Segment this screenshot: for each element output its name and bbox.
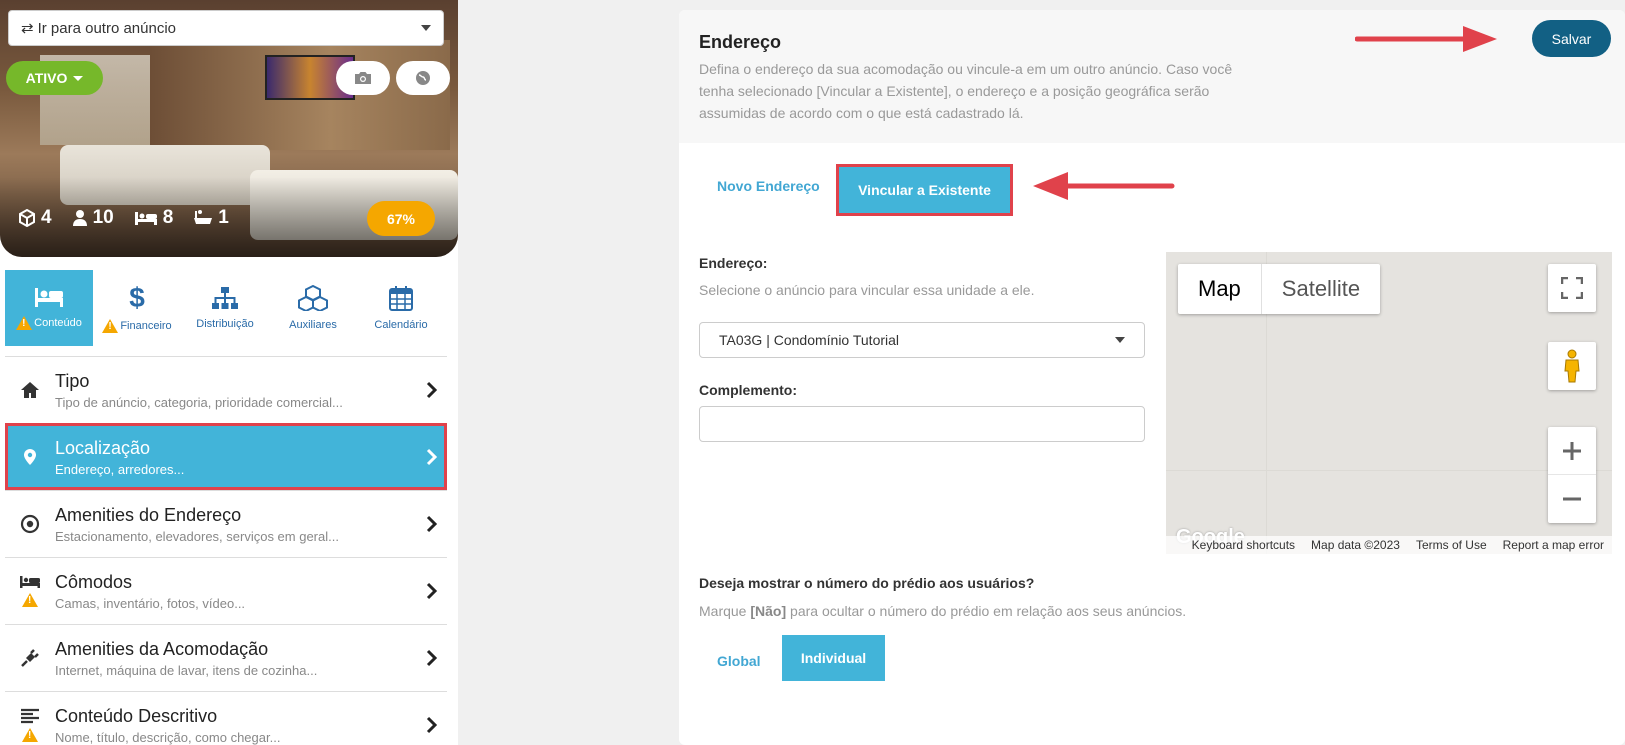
plus-icon [1563, 441, 1581, 460]
warning-icon [102, 319, 119, 333]
section-menu: Tipo Tipo de anúncio, categoria, priorid… [5, 356, 447, 745]
stat-baths: 1 [193, 207, 229, 229]
tab-financeiro[interactable]: $ Financeiro [93, 270, 181, 346]
chevron-right-icon [426, 582, 438, 600]
plug-icon [21, 649, 39, 667]
map-data-label: Map data ©2023 [1311, 538, 1400, 552]
menu-item-localizacao[interactable]: Localização Endereço, arredores... [5, 423, 447, 490]
user-icon [72, 210, 87, 226]
map[interactable]: Map Satellite Google Keyboard shortcuts … [1166, 252, 1612, 554]
cubes-icon [298, 285, 328, 311]
building-number-help: Marque [Não] para ocultar o número do pr… [699, 603, 1187, 619]
address-select[interactable]: TA03G | Condomínio Tutorial [699, 322, 1145, 358]
bed-icon [134, 212, 157, 225]
keyboard-shortcuts-link[interactable]: Keyboard shortcuts [1192, 538, 1295, 552]
bed-icon [35, 288, 63, 307]
zoom-control [1548, 427, 1596, 523]
tab-distribuicao[interactable]: Distribuição [181, 270, 269, 346]
complement-input[interactable] [699, 406, 1145, 442]
completion-badge: 67% [367, 201, 435, 236]
caret-down-icon [421, 25, 431, 31]
bed-icon [20, 576, 40, 588]
tab-vincular-existente[interactable]: Vincular a Existente [836, 164, 1013, 216]
map-type-control: Map Satellite [1178, 264, 1381, 314]
globe-button[interactable] [396, 61, 450, 95]
listing-switcher-label: Ir para outro anúncio [37, 19, 176, 37]
chevron-right-icon [426, 381, 438, 399]
calendar-icon [389, 286, 413, 311]
listing-switcher[interactable]: ⇄ Ir para outro anúncio [8, 10, 444, 46]
annotation-arrow [1033, 172, 1175, 200]
listing-stats: 4 10 8 1 [18, 207, 229, 229]
map-pin-icon [24, 449, 36, 465]
status-dropdown[interactable]: ATIVO [6, 61, 103, 95]
sitemap-icon [212, 287, 238, 309]
address-select-value: TA03G | Condomínio Tutorial [719, 332, 900, 348]
camera-icon [355, 72, 371, 84]
caret-down-icon [73, 75, 84, 81]
menu-item-conteudo-descritivo[interactable]: Conteúdo Descritivo Nome, título, descri… [5, 691, 447, 745]
chevron-right-icon [426, 716, 438, 734]
map-type-satellite-button[interactable]: Satellite [1262, 264, 1380, 314]
terms-link[interactable]: Terms of Use [1416, 538, 1487, 552]
map-type-map-button[interactable]: Map [1178, 264, 1262, 314]
svg-text:$: $ [129, 283, 145, 311]
address-panel: Endereço Defina o endereço da sua acomod… [679, 10, 1625, 745]
zoom-out-button[interactable] [1548, 475, 1596, 523]
target-icon [20, 514, 40, 534]
caret-down-icon [1115, 337, 1125, 343]
page-title: Endereço [699, 32, 782, 52]
photo-button[interactable] [336, 61, 390, 95]
stat-guests: 10 [72, 207, 114, 229]
tab-global[interactable]: Global [717, 653, 761, 669]
cube-icon [19, 209, 35, 227]
map-footer: Keyboard shortcuts Map data ©2023 Terms … [1166, 536, 1612, 554]
left-panel: ⇄ Ir para outro anúncio ATIVO 4 10 8 1 6… [0, 0, 458, 745]
pegman-icon [1564, 349, 1580, 383]
tab-novo-endereco[interactable]: Novo Endereço [717, 178, 820, 194]
tab-auxiliares[interactable]: Auxiliares [269, 270, 357, 346]
status-label: ATIVO [25, 70, 68, 86]
complement-label: Complemento: [699, 382, 797, 398]
stat-units: 4 [18, 207, 52, 229]
report-error-link[interactable]: Report a map error [1503, 538, 1604, 552]
chevron-right-icon [426, 649, 438, 667]
warning-icon [16, 316, 33, 330]
minus-icon [1563, 497, 1581, 501]
page-description: Defina o endereço da sua acomodação ou v… [699, 61, 1233, 121]
globe-icon [416, 71, 430, 85]
bath-icon [194, 210, 213, 224]
address-label: Endereço: [699, 255, 768, 271]
home-icon [21, 382, 39, 398]
annotation-arrow [1355, 26, 1497, 52]
chevron-right-icon [426, 515, 438, 533]
street-view-button[interactable] [1548, 342, 1596, 390]
dollar-icon: $ [129, 283, 145, 311]
tab-individual[interactable]: Individual [782, 635, 885, 681]
fullscreen-icon [1561, 277, 1583, 299]
menu-item-amenities-endereco[interactable]: Amenities do Endereço Estacionamento, el… [5, 490, 447, 557]
menu-item-tipo[interactable]: Tipo Tipo de anúncio, categoria, priorid… [5, 356, 447, 423]
address-help: Selecione o anúncio para vincular essa u… [699, 282, 1035, 298]
menu-item-comodos[interactable]: Cômodos Camas, inventário, fotos, vídeo.… [5, 557, 447, 624]
menu-item-amenities-acomodacao[interactable]: Amenities da Acomodação Internet, máquin… [5, 624, 447, 691]
zoom-in-button[interactable] [1548, 427, 1596, 475]
save-button[interactable]: Salvar [1532, 20, 1611, 57]
warning-icon [22, 728, 38, 742]
tab-conteudo[interactable]: Conteúdo [5, 270, 93, 346]
tab-calendario[interactable]: Calendário [357, 270, 445, 346]
swap-icon: ⇄ [21, 20, 34, 37]
building-number-question: Deseja mostrar o número do prédio aos us… [699, 575, 1035, 591]
fullscreen-button[interactable] [1548, 264, 1596, 312]
section-tabs: Conteúdo $ Financeiro Distribuição Auxil… [5, 270, 447, 346]
align-left-icon [21, 708, 39, 724]
chevron-right-icon [426, 448, 438, 466]
stat-beds: 8 [134, 207, 173, 229]
warning-icon [22, 593, 38, 607]
